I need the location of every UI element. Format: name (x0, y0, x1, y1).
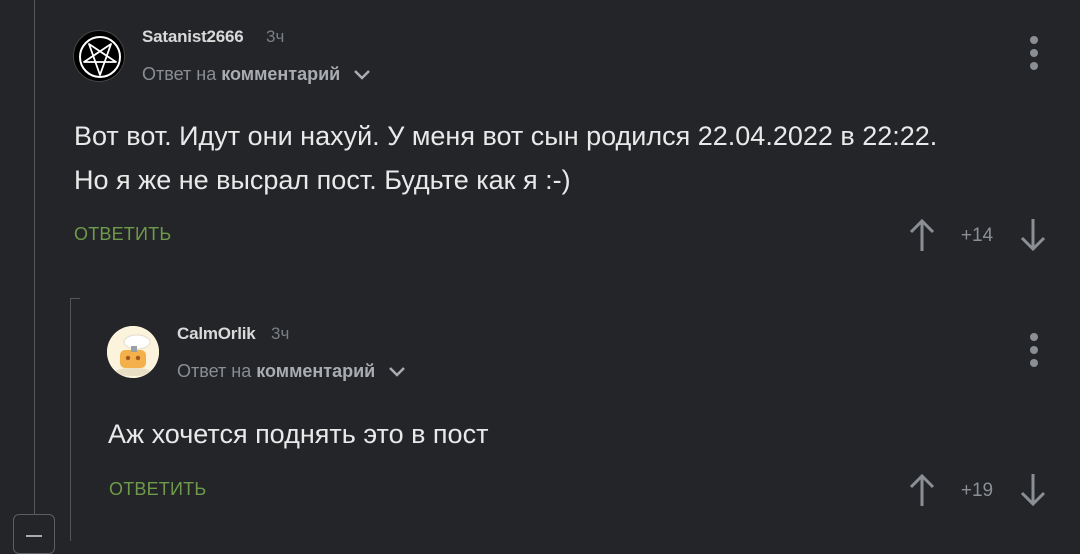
comment-text: Аж хочется поднять это в пост (108, 412, 488, 456)
avatar[interactable] (107, 326, 159, 378)
upvote-arrow-icon[interactable] (908, 472, 936, 508)
comment-time: 3ч (271, 324, 290, 343)
minus-icon (26, 535, 42, 537)
reply-to-link[interactable]: Ответ на комментарий (177, 361, 406, 382)
comment-rating: +19 (960, 480, 994, 501)
reply-button[interactable]: ОТВЕТИТЬ (109, 479, 206, 500)
comment-author[interactable]: CalmOrlik (177, 324, 256, 344)
more-options-icon[interactable] (1029, 333, 1039, 371)
reply-to-target[interactable]: комментарий (256, 361, 375, 381)
cartoon-avatar-icon (107, 326, 159, 378)
comment: CalmOrlik 3ч Ответ на комментарий Аж хоч… (0, 0, 1080, 541)
collapse-thread-button[interactable] (13, 514, 55, 554)
comment-text-line: Аж хочется поднять это в пост (108, 419, 489, 449)
downvote-arrow-icon[interactable] (1019, 472, 1047, 508)
reply-to-prefix: Ответ на (177, 361, 252, 381)
chevron-down-icon[interactable] (388, 366, 406, 378)
